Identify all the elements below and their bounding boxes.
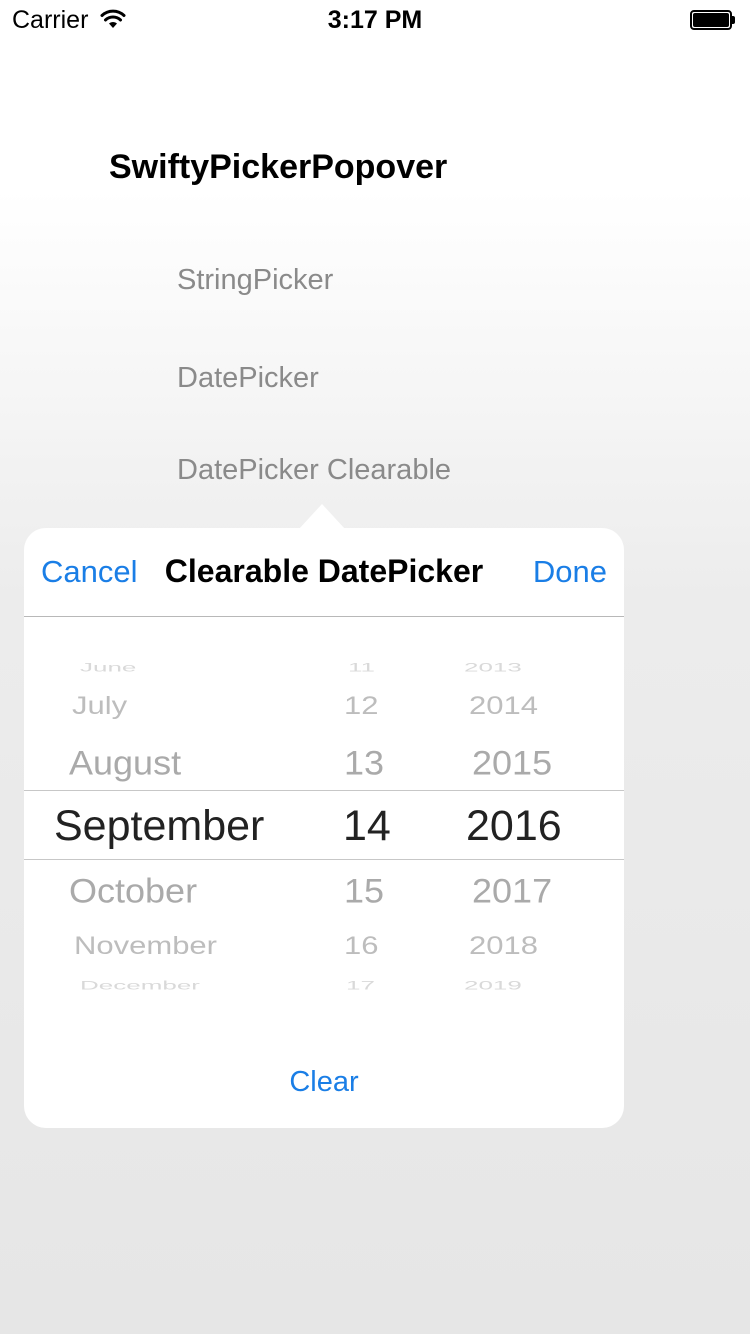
- battery-icon: [690, 10, 736, 30]
- month-selected[interactable]: September: [54, 802, 264, 851]
- day-option[interactable]: 12: [344, 691, 378, 721]
- day-option[interactable]: 13: [344, 743, 384, 783]
- month-option[interactable]: October: [69, 871, 197, 911]
- month-option[interactable]: June: [80, 661, 136, 675]
- year-option[interactable]: 2014: [469, 691, 538, 721]
- month-option[interactable]: July: [72, 691, 127, 721]
- status-bar: Carrier 3:17 PM: [0, 0, 750, 40]
- year-option[interactable]: 2018: [469, 931, 538, 961]
- day-option[interactable]: 15: [344, 871, 384, 911]
- year-option[interactable]: 2013: [464, 661, 522, 675]
- year-selected[interactable]: 2016: [466, 802, 562, 851]
- year-option[interactable]: 2015: [472, 743, 552, 783]
- popover-toolbar: Cancel Clearable DatePicker Done: [24, 528, 624, 617]
- page-title: SwiftyPickerPopover: [109, 148, 448, 186]
- month-option[interactable]: November: [74, 931, 217, 961]
- year-option[interactable]: 2017: [472, 871, 552, 911]
- done-button[interactable]: Done: [533, 554, 607, 590]
- date-picker-wheel[interactable]: June July August September October Novem…: [24, 648, 624, 1008]
- year-option[interactable]: 2019: [464, 979, 522, 993]
- status-time: 3:17 PM: [327, 6, 423, 34]
- menu-item-datepicker[interactable]: DatePicker: [177, 362, 319, 395]
- month-option[interactable]: August: [69, 743, 181, 783]
- selection-bottom-divider: [24, 859, 624, 860]
- day-option[interactable]: 16: [344, 931, 378, 961]
- month-option[interactable]: December: [80, 979, 200, 993]
- menu-item-datepicker-clearable[interactable]: DatePicker Clearable: [177, 454, 451, 487]
- day-option[interactable]: 11: [348, 661, 375, 675]
- popover-arrow: [298, 504, 346, 530]
- day-selected[interactable]: 14: [343, 802, 391, 851]
- day-option[interactable]: 17: [346, 979, 375, 993]
- clear-button[interactable]: Clear: [24, 1066, 624, 1099]
- menu-item-stringpicker[interactable]: StringPicker: [177, 264, 333, 297]
- date-picker-popover: Cancel Clearable DatePicker Done June Ju…: [24, 528, 624, 1128]
- selection-top-divider: [24, 790, 624, 791]
